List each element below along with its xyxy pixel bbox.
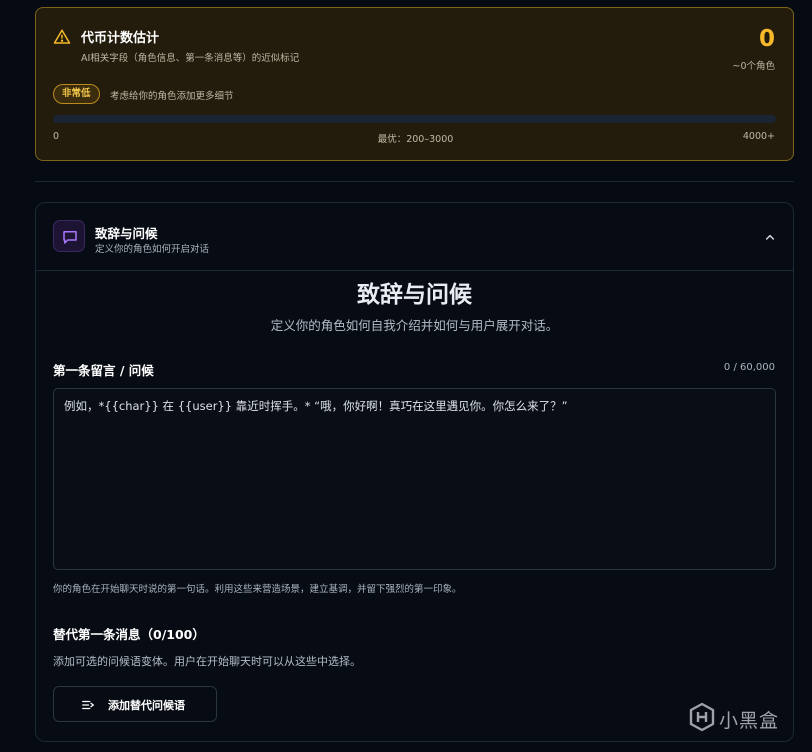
token-count: 0	[758, 26, 775, 52]
chat-icon-container	[53, 220, 85, 252]
greeting-section: 致辞与问候 定义你的角色如何开启对话 致辞与问候 定义你的角色如何自我介绍并如何…	[35, 202, 794, 742]
token-estimate-subtitle: AI相关字段（角色信息、第一条消息等）的近似标记	[81, 53, 300, 64]
section-title: 致辞与问候	[357, 282, 472, 308]
add-alternate-greeting-label: 添加替代问候语	[108, 699, 185, 712]
token-level-hint: 考虑给你的角色添加更多细节	[110, 91, 234, 102]
warning-icon	[53, 29, 71, 44]
first-message-counter: 0 / 60,000	[723, 362, 775, 373]
character-editor-page: 代币计数估计 AI相关字段（角色信息、第一条消息等）的近似标记 0 ~0个角色 …	[0, 0, 812, 752]
add-alternate-greeting-button[interactable]: 添加替代问候语	[53, 686, 217, 722]
first-message-help: 你的角色在开始聊天时说的第一句话。利用这些来营造场景，建立基调，并留下强烈的第一…	[53, 584, 462, 595]
watermark-text: 小黑盒	[719, 710, 780, 732]
chevron-up-icon[interactable]	[762, 229, 778, 245]
scale-max-label: 4000+	[742, 131, 775, 142]
watermark: 小黑盒	[689, 702, 793, 736]
first-message-textarea[interactable]: 例如，*{{char}} 在 {{user}} 靠近时挥手。* “哦，你好啊！真…	[53, 388, 776, 570]
first-message-placeholder: 例如，*{{char}} 在 {{user}} 靠近时挥手。* “哦，你好啊！真…	[64, 399, 568, 413]
chat-bubble-icon	[63, 231, 77, 244]
token-estimate-title: 代币计数估计	[81, 31, 160, 46]
first-message-label: 第一条留言 / 问候	[53, 363, 154, 378]
alternate-greetings-title: 替代第一条消息（0/100）	[53, 627, 205, 642]
greeting-section-header[interactable]: 致辞与问候 定义你的角色如何开启对话	[36, 203, 793, 271]
token-level-badge: 非常低	[53, 84, 100, 104]
alternate-greetings-description: 添加可选的问候语变体。用户在开始聊天时可以从这些中选择。	[53, 655, 361, 668]
section-divider	[35, 181, 794, 182]
section-subtitle: 定义你的角色如何自我介绍并如何与用户展开对话。	[270, 318, 559, 333]
add-list-icon	[82, 700, 95, 710]
scale-optimal-label: 最优：200–3000	[377, 134, 454, 145]
watermark-logo-icon	[689, 702, 715, 732]
section-header-title: 致辞与问候	[95, 226, 158, 241]
token-progress-bar	[53, 115, 776, 123]
section-header-subtitle: 定义你的角色如何开启对话	[95, 244, 210, 255]
token-estimate-card: 代币计数估计 AI相关字段（角色信息、第一条消息等）的近似标记 0 ~0个角色 …	[35, 7, 794, 161]
token-count-unit: ~0个角色	[732, 61, 775, 72]
